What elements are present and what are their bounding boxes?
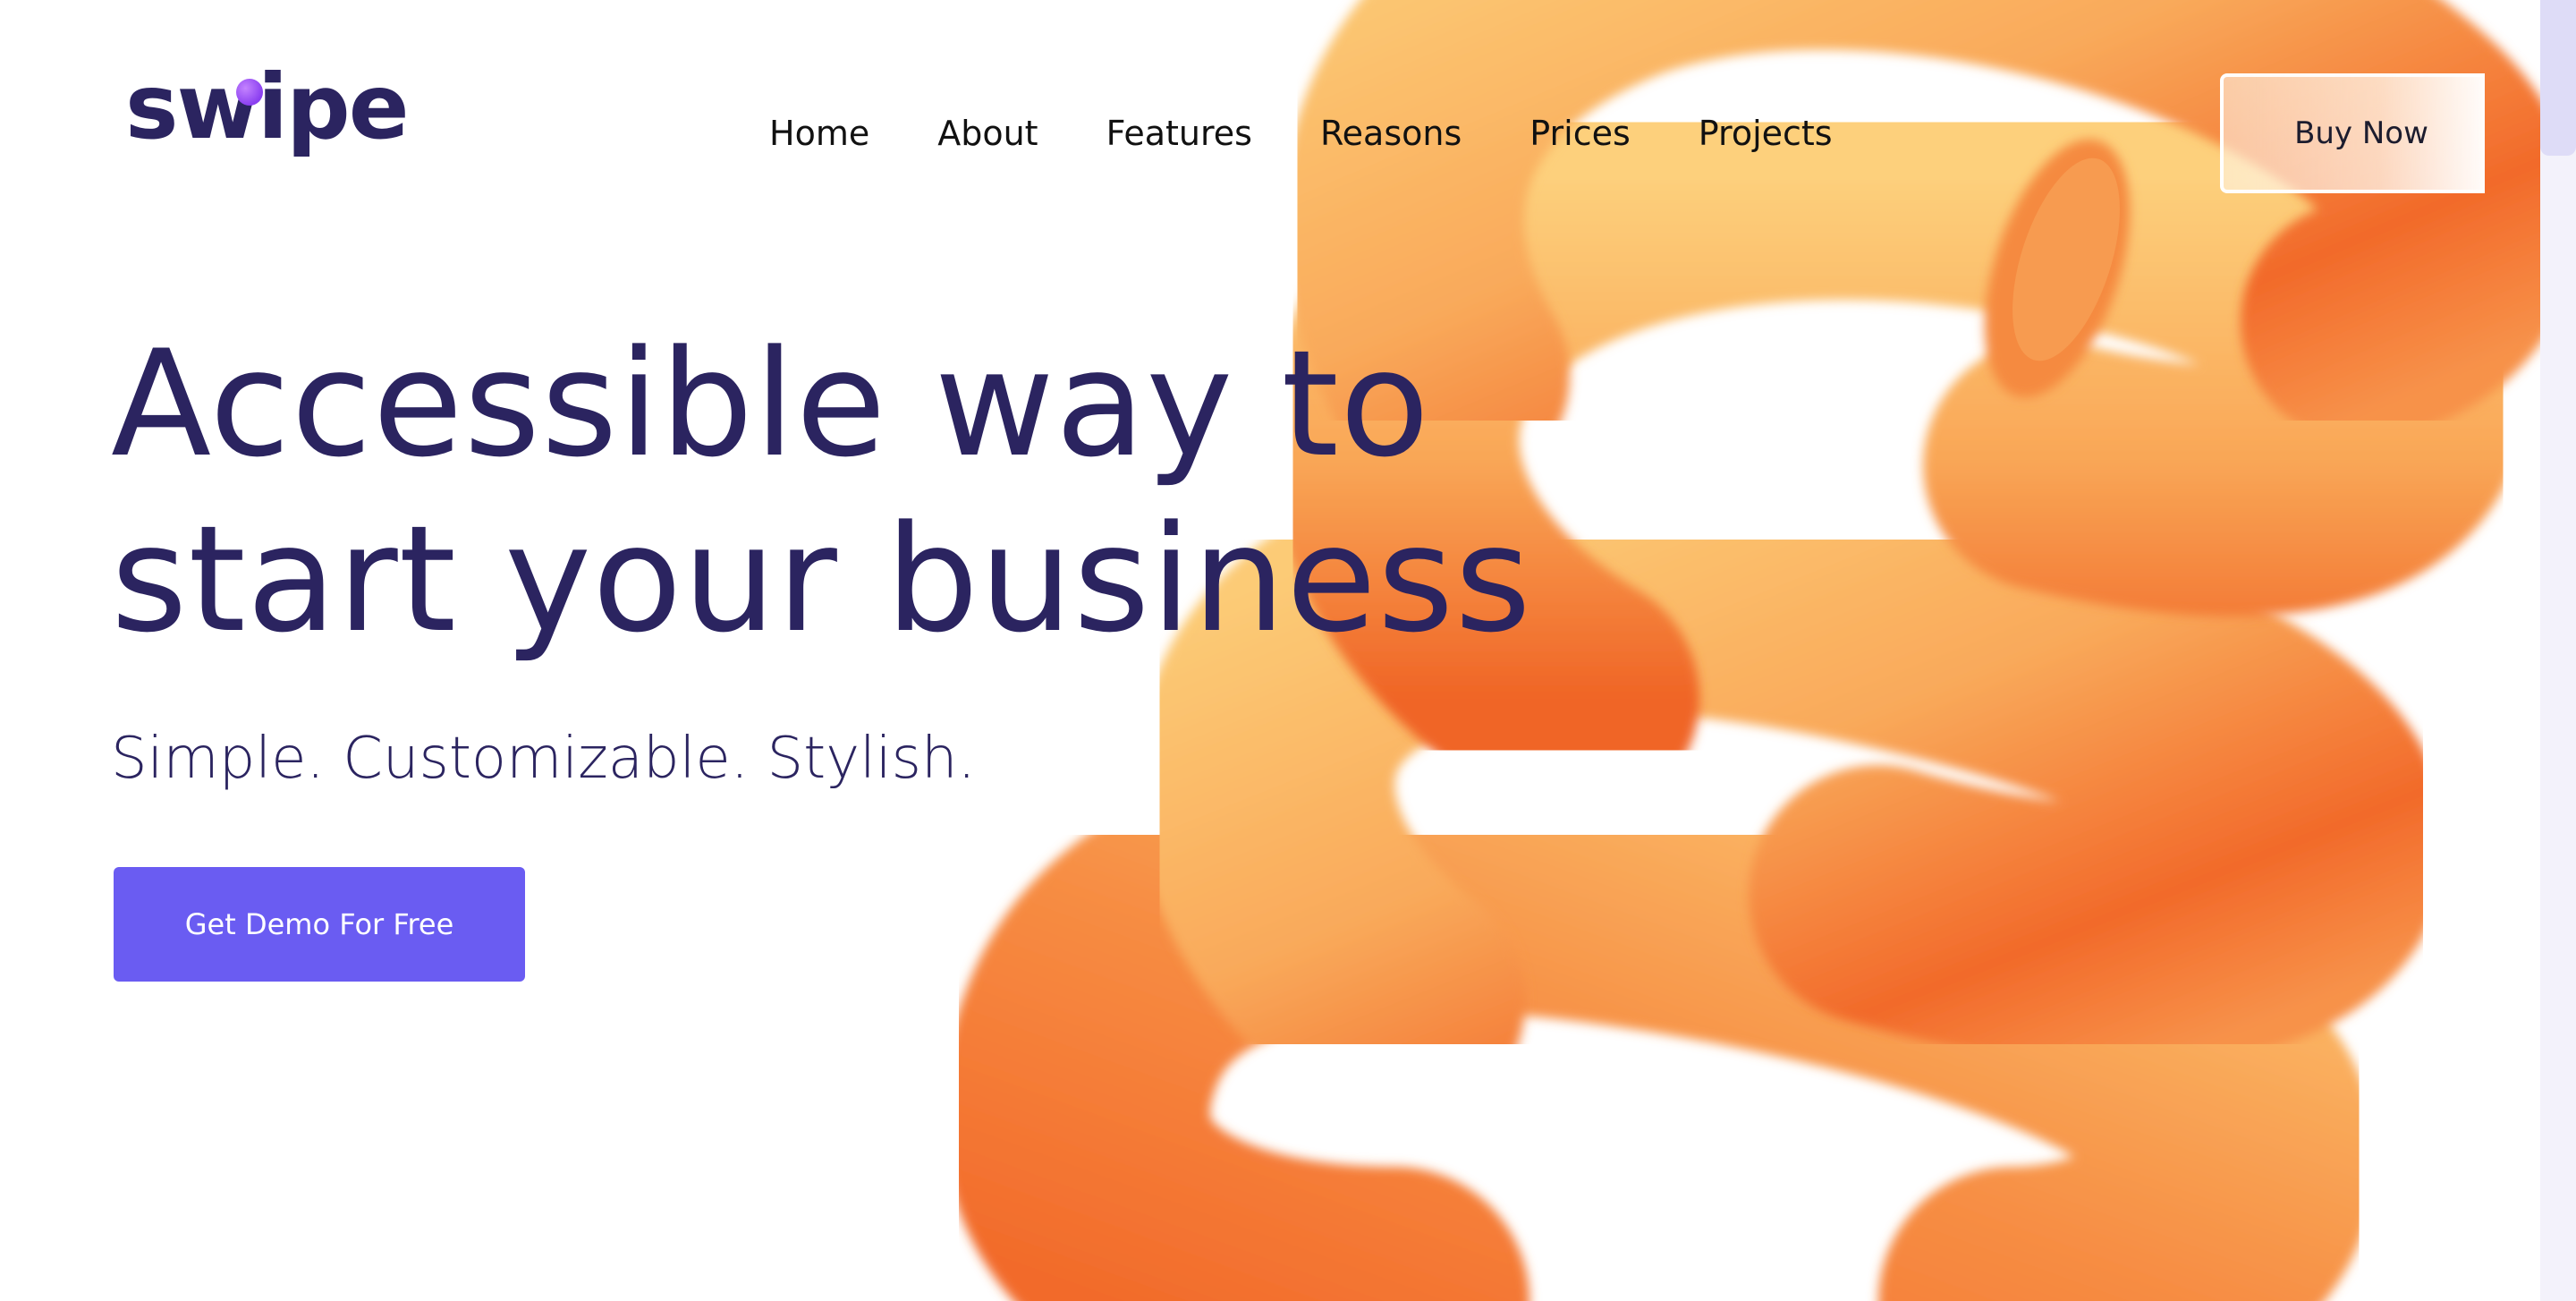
nav-link-reasons[interactable]: Reasons [1320, 107, 1462, 159]
hero-title: Accessible way to start your business [111, 317, 1542, 668]
scrollbar-thumb[interactable] [2540, 0, 2576, 156]
buy-now-label: Buy Now [2294, 115, 2428, 151]
hero-tagline: Simple. Customizable. Stylish. [111, 726, 976, 792]
brand-logo[interactable]: swipe [125, 63, 410, 152]
nav-link-home[interactable]: Home [769, 107, 869, 159]
logo-dot-icon [236, 79, 263, 106]
nav-link-about[interactable]: About [937, 107, 1038, 159]
nav-link-prices[interactable]: Prices [1530, 107, 1631, 159]
landing-page: swipe Home About Features Reasons Prices… [0, 0, 2576, 1301]
hero-title-line-2: start your business [111, 494, 1532, 665]
nav-link-projects[interactable]: Projects [1699, 107, 1833, 159]
get-demo-label: Get Demo For Free [184, 907, 454, 941]
hero-title-line-1: Accessible way to [111, 319, 1431, 489]
main-nav: Home About Features Reasons Prices Proje… [769, 107, 1833, 159]
nav-link-features[interactable]: Features [1106, 107, 1252, 159]
logo-text: swipe [125, 55, 410, 159]
scrollbar-track[interactable] [2540, 0, 2576, 1301]
buy-now-button[interactable]: Buy Now [2220, 73, 2485, 193]
get-demo-button[interactable]: Get Demo For Free [114, 867, 525, 982]
